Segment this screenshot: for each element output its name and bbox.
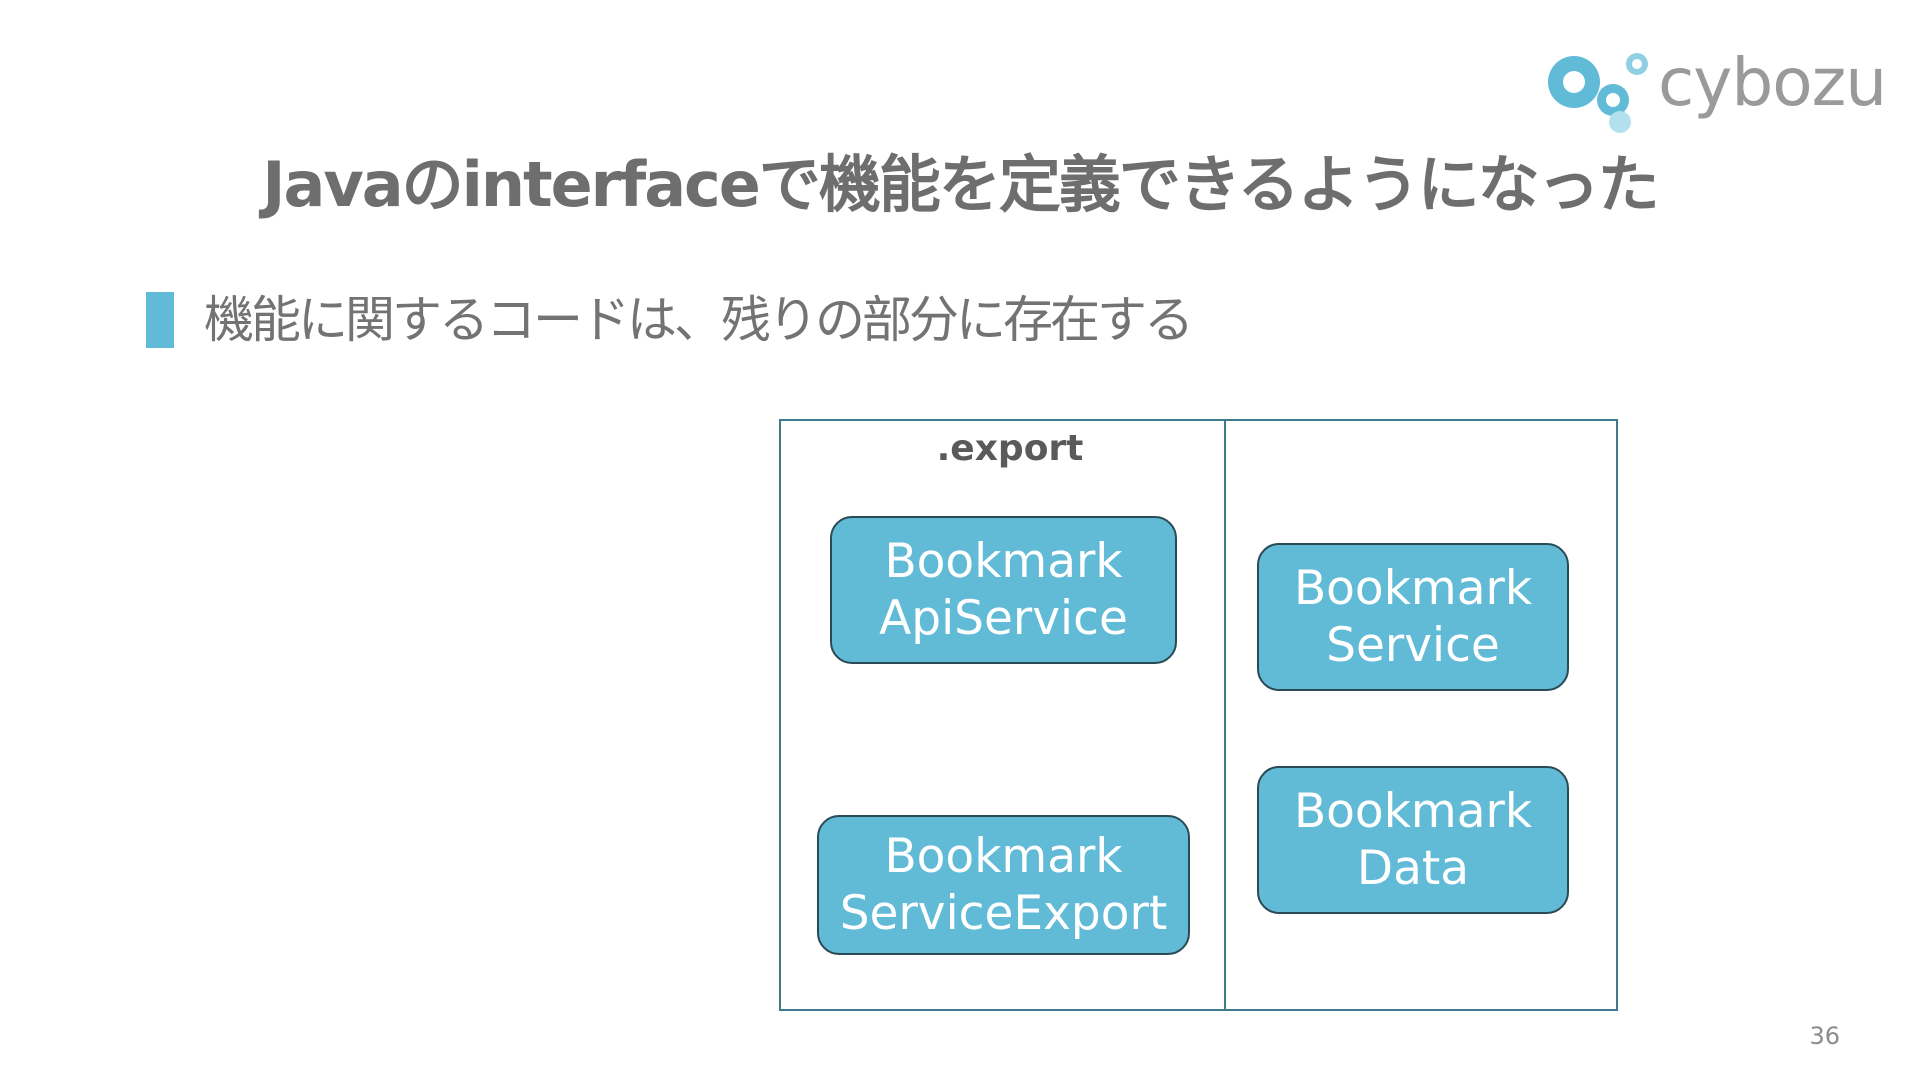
- node-label-line2: ServiceExport: [839, 886, 1168, 941]
- node-label-line1: Bookmark: [884, 534, 1123, 589]
- bookmark-serviceexport-node: Bookmark ServiceExport: [817, 815, 1190, 955]
- module-diagram: .export Bookmark ApiService Bookmark Ser…: [0, 0, 1920, 1080]
- bookmark-apiservice-node: Bookmark ApiService: [830, 516, 1177, 664]
- node-label-line1: Bookmark: [1293, 784, 1533, 839]
- node-label-line2: Service: [1326, 618, 1500, 673]
- node-label-line2: Data: [1356, 841, 1470, 896]
- node-label-line1: Bookmark: [884, 829, 1123, 884]
- node-label-line1: Bookmark: [1293, 561, 1533, 616]
- node-label-line2: ApiService: [879, 591, 1128, 646]
- bookmark-data-node: Bookmark Data: [1257, 766, 1569, 914]
- bookmark-service-node: Bookmark Service: [1257, 543, 1569, 691]
- page-number: 36: [1809, 1022, 1840, 1050]
- export-package-label: .export: [936, 428, 1084, 469]
